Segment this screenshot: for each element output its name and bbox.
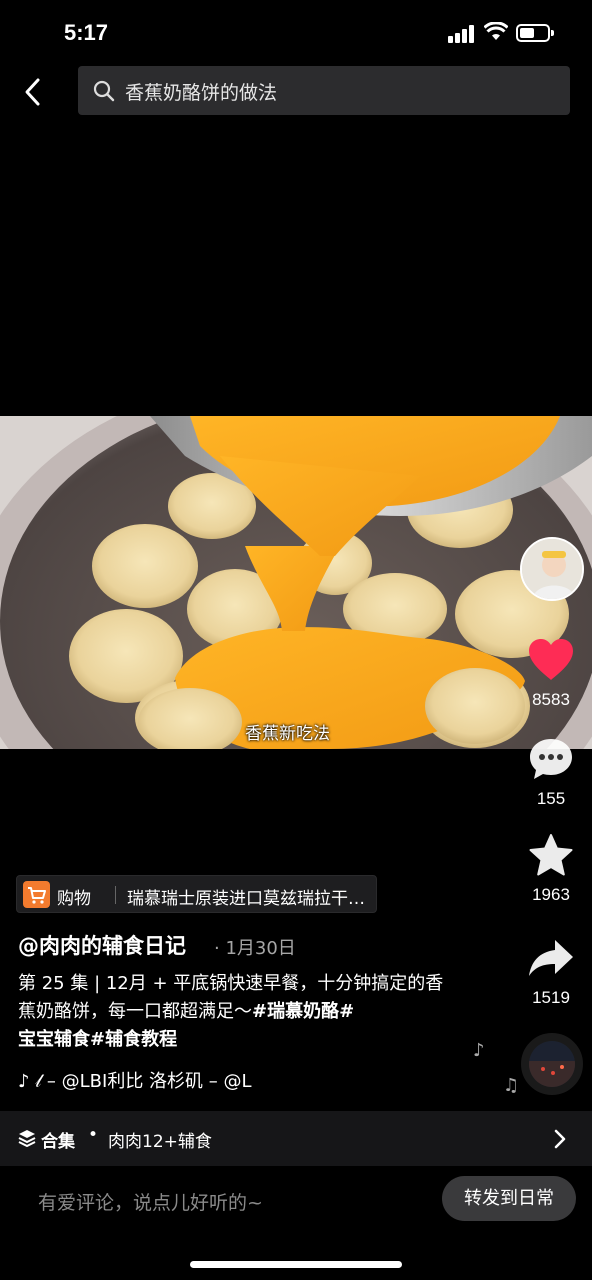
layers-icon [18,1130,36,1147]
hashtag-link[interactable]: #瑞慕奶酪# [252,1001,354,1022]
music-text: ♪ 𝓁 – @LBI利比 洛杉矶 – @L [18,1071,252,1092]
comment-icon [530,739,572,779]
video-player[interactable] [0,416,592,749]
divider [115,886,116,904]
chevron-right-icon [554,1129,566,1149]
comment-button[interactable]: 155 [515,737,587,809]
search-icon [93,80,115,102]
post-date: · 1月30日 [214,938,296,959]
author-name[interactable]: @肉肉的辅食日记 [18,930,186,960]
collection-separator: • [88,1125,99,1145]
home-indicator[interactable] [190,1261,402,1268]
product-name: 瑞慕瑞士原装进口莫兹瑞拉干… [127,889,365,909]
wifi-icon [484,22,508,40]
music-note-icon: ♫ [503,1075,520,1096]
music-disc-button[interactable] [521,1033,583,1095]
search-query: 香蕉奶酪饼的做法 [125,82,278,104]
chevron-left-icon [25,78,40,106]
repost-button[interactable]: 转发到日常 [442,1176,576,1221]
video-caption: 香蕉新吃法 [245,724,330,744]
video-frame-image [0,416,592,749]
share-icon [529,940,573,976]
like-count: 8583 [532,690,570,709]
search-input[interactable]: 香蕉奶酪饼的做法 [78,66,570,115]
status-bar: 5:17 [0,0,592,64]
battery-icon [516,24,554,42]
favorite-button[interactable]: 1963 [515,833,587,905]
collection-name: 肉肉12+辅食 [108,1132,212,1152]
back-button[interactable] [16,72,52,112]
music-note-icon: ♪ [473,1040,485,1061]
music-cover-image [529,1041,575,1087]
heart-icon [529,639,573,680]
collection-bar[interactable]: 合集 • 肉肉12+辅食 [0,1111,592,1166]
author-avatar[interactable] [520,537,584,601]
cellular-signal-icon [448,25,476,43]
favorite-count: 1963 [532,885,570,904]
like-button[interactable]: 8583 [515,638,587,710]
shopping-cart-icon [23,881,50,908]
product-link[interactable]: 购物 瑞慕瑞士原装进口莫兹瑞拉干… [16,875,377,913]
product-type-label: 购物 [57,889,91,909]
description-text: 第 25 集 | 12月 + 平底锅快速早餐，十分钟搞定的香蕉奶酪饼，每一口都超… [18,973,444,1022]
comment-count: 155 [536,789,566,808]
star-icon [529,834,573,876]
share-count: 1519 [532,988,570,1007]
avatar-image [522,539,582,599]
music-info[interactable]: ♪ 𝓁 – @LBI利比 洛杉矶 – @L [18,1067,252,1093]
status-time: 5:17 [64,20,109,45]
comment-input[interactable]: 有爱评论，说点儿好听的~ [38,1188,263,1215]
post-description: 第 25 集 | 12月 + 平底锅快速早餐，十分钟搞定的香蕉奶酪饼，每一口都超… [18,970,458,1054]
collection-label: 合集 [41,1132,75,1152]
share-button[interactable]: 1519 [515,936,587,1008]
hashtag-link[interactable]: 宝宝辅食#辅食教程 [18,1029,177,1050]
